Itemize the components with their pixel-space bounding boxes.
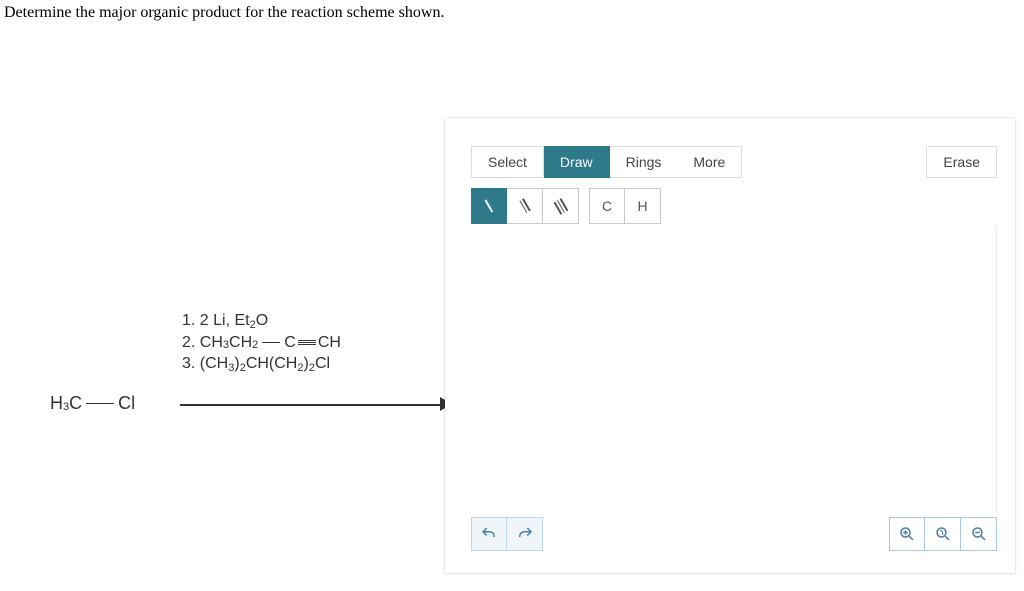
zoom-reset-icon (934, 525, 952, 543)
editor-tabs: Select Draw Rings More Erase (471, 146, 997, 178)
undo-button[interactable] (471, 517, 507, 551)
atom-c-button[interactable]: C (589, 188, 625, 224)
single-bond-icon (262, 342, 280, 344)
r3-s1: 3 (228, 362, 234, 374)
substrate-c: C (69, 393, 82, 414)
triple-bond-button[interactable] (543, 188, 579, 224)
double-bond-button[interactable] (507, 188, 543, 224)
r3-s2: 2 (240, 362, 246, 374)
r3-a: 3. (CH (182, 355, 228, 372)
reagent-1-suffix: O (256, 312, 268, 329)
single-bond-button[interactable] (471, 188, 507, 224)
question-text: Determine the major organic product for … (0, 0, 1024, 22)
redo-button[interactable] (507, 517, 543, 551)
substrate: H3C Cl (50, 393, 135, 414)
reagent-1-sub: 2 (250, 319, 256, 331)
tab-select[interactable]: Select (471, 146, 544, 178)
substrate-sub: 3 (63, 401, 69, 413)
substrate-h: H (50, 393, 63, 414)
reagent-2-ch: CH (318, 332, 341, 354)
tab-draw[interactable]: Draw (544, 146, 610, 178)
zoom-out-button[interactable] (961, 517, 997, 551)
reagent-1: 1. 2 Li, Et2O (182, 310, 341, 332)
r3-c: CH(CH (246, 355, 298, 372)
undo-icon (480, 525, 498, 543)
single-bond-icon (86, 403, 114, 405)
reagent-2-s1: 3 (223, 338, 229, 353)
r3-s4: 2 (309, 362, 315, 374)
r3-d: ) (303, 355, 308, 372)
structure-editor: Select Draw Rings More Erase C H (445, 118, 1015, 573)
history-controls (471, 517, 543, 551)
substrate-cl: Cl (118, 393, 135, 414)
zoom-reset-button[interactable] (925, 517, 961, 551)
tab-erase[interactable]: Erase (926, 146, 997, 178)
zoom-out-icon (970, 525, 988, 543)
single-bond-icon (485, 200, 493, 213)
triple-bond-icon (298, 340, 316, 346)
reagent-2: 2. CH3CH2 C CH (182, 332, 341, 354)
reagent-list: 1. 2 Li, Et2O 2. CH3CH2 C CH 3. (CH3)2CH… (182, 310, 341, 375)
tab-rings[interactable]: Rings (610, 146, 678, 178)
double-bond-icon (519, 199, 530, 214)
reagent-2-c: C (284, 332, 296, 354)
reagent-3: 3. (CH3)2CH(CH2)2Cl (182, 353, 341, 375)
triple-bond-icon (553, 198, 568, 215)
r3-s3: 2 (297, 362, 303, 374)
redo-icon (516, 525, 534, 543)
reagent-2-a: 2. CH (182, 332, 223, 354)
reaction-arrow (180, 397, 450, 411)
atom-h-button[interactable]: H (625, 188, 661, 224)
zoom-in-button[interactable] (889, 517, 925, 551)
reagent-2-b: CH (229, 332, 252, 354)
editor-bond-tools: C H (471, 188, 661, 224)
r3-b: ) (234, 355, 239, 372)
reagent-2-s2: 2 (252, 338, 258, 353)
zoom-in-icon (898, 525, 916, 543)
reagent-1-text: 1. 2 Li, Et (182, 312, 250, 329)
drawing-canvas[interactable] (471, 226, 997, 513)
tab-more[interactable]: More (677, 146, 742, 178)
r3-e: Cl (315, 355, 330, 372)
zoom-controls (889, 517, 997, 551)
